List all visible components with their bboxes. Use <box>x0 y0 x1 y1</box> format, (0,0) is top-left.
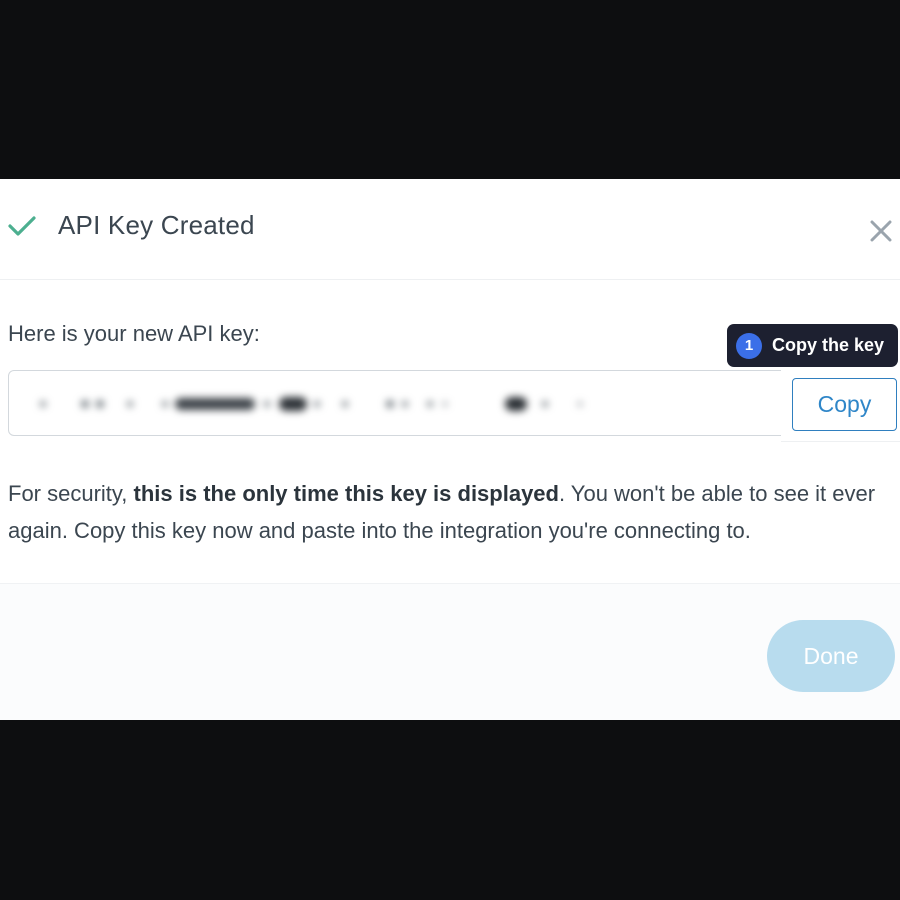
dialog-footer <box>0 583 900 721</box>
letterbox-bottom <box>0 720 900 900</box>
notice-bold: this is the only time this key is displa… <box>133 481 559 506</box>
security-notice: For security, this is the only time this… <box>8 475 892 549</box>
api-key-label: Here is your new API key: <box>8 321 260 346</box>
close-icon[interactable] <box>868 218 894 244</box>
check-icon <box>8 216 36 236</box>
copy-button[interactable]: Copy <box>792 378 897 431</box>
tooltip-text: Copy the key <box>772 335 885 355</box>
dialog-header: API Key Created <box>0 179 900 280</box>
api-key-field[interactable] <box>8 370 900 436</box>
notice-prefix: For security, <box>8 481 134 506</box>
blurred-key-value <box>40 397 582 411</box>
done-button[interactable]: Done <box>767 620 895 692</box>
step-badge: 1 <box>736 332 762 359</box>
dialog-title: API Key Created <box>58 210 255 240</box>
letterbox-top <box>0 0 900 179</box>
step-tooltip: 1 Copy the key <box>727 324 898 367</box>
